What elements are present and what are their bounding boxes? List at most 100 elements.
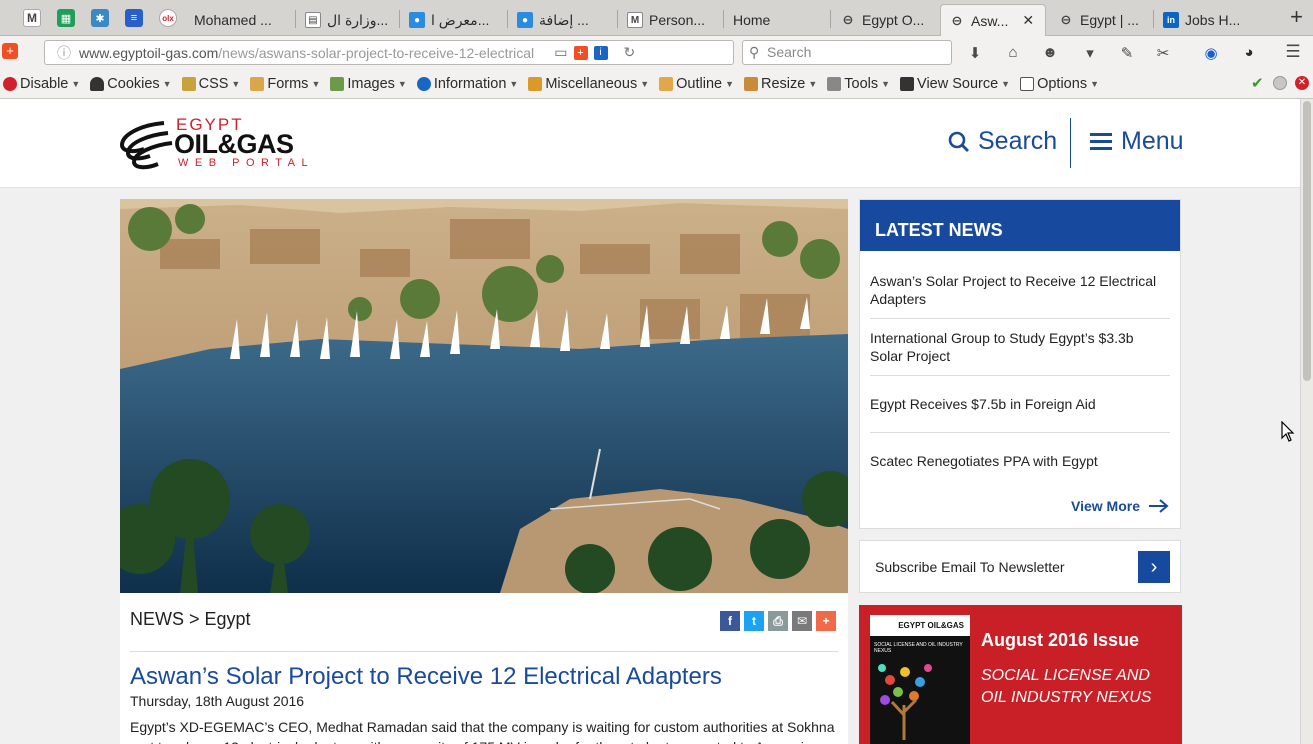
dropdown-arrow-icon: ▼ bbox=[509, 78, 519, 89]
tab-active[interactable]: ⊖ Asw... ✕ bbox=[940, 4, 1046, 36]
pen-icon[interactable]: ✎ bbox=[1117, 44, 1137, 62]
egypt-oil-icon: ⊖ bbox=[951, 12, 963, 28]
pocket-icon[interactable]: ▾ bbox=[1080, 44, 1100, 62]
latest-news-item[interactable]: Scatec Renegotiates PPA with Egypt bbox=[870, 452, 1170, 470]
download-icon[interactable]: ⬇ bbox=[965, 44, 985, 62]
hamburger-menu-icon[interactable]: ☰ bbox=[1283, 42, 1303, 62]
close-icon[interactable]: ✕ bbox=[1022, 12, 1034, 29]
addon-icon[interactable]: + bbox=[2, 43, 18, 59]
logo-swirl-icon bbox=[119, 121, 173, 170]
olx-icon[interactable]: olx bbox=[159, 9, 177, 27]
new-tab-icon[interactable]: + bbox=[1290, 4, 1303, 30]
chat-icon[interactable]: ☻ bbox=[1040, 44, 1060, 61]
site-logo[interactable]: EGYPT OIL&GAS WEB PORTAL bbox=[118, 115, 343, 173]
search-input[interactable]: ⚲ Search bbox=[742, 40, 952, 65]
doc-icon: ▤ bbox=[305, 12, 321, 28]
wd-cookies[interactable]: Cookies ▼ bbox=[90, 76, 172, 92]
url-bar[interactable]: ⓘ www.egyptoil-gas.com /news/aswans-sola… bbox=[44, 40, 734, 65]
asterisk-icon[interactable]: ✱ bbox=[91, 9, 109, 27]
options-icon bbox=[1020, 76, 1035, 91]
tab-2[interactable]: ▤ وزارة ال... bbox=[297, 4, 397, 36]
latest-news-item[interactable]: Aswan’s Solar Project to Receive 12 Elec… bbox=[870, 272, 1170, 308]
wd-options[interactable]: Options ▼ bbox=[1020, 76, 1099, 92]
tab-1[interactable]: Mohamed ... bbox=[186, 4, 292, 36]
wd-outline[interactable]: Outline ▼ bbox=[659, 76, 734, 92]
app-icon: ● bbox=[517, 12, 533, 28]
wd-resize[interactable]: Resize ▼ bbox=[744, 76, 817, 92]
tab-5[interactable]: M Person... bbox=[619, 4, 721, 36]
chevron-right-icon[interactable]: › bbox=[1138, 551, 1170, 583]
checkmark-icon[interactable]: ✔ bbox=[1251, 74, 1264, 92]
wd-css[interactable]: CSS ▼ bbox=[181, 75, 240, 92]
error-icon[interactable]: ✕ bbox=[1295, 76, 1309, 90]
wd-forms[interactable]: Forms ▼ bbox=[250, 76, 320, 92]
gmail-icon: M bbox=[627, 12, 643, 28]
home-icon[interactable]: ⌂ bbox=[1003, 44, 1023, 61]
share-plus-icon[interactable]: + bbox=[816, 611, 836, 631]
gmail-icon[interactable]: M bbox=[23, 9, 41, 27]
magazine-issue-promo[interactable]: EGYPT OIL&GAS SOCIAL LICENSE AND OIL IND… bbox=[859, 605, 1182, 744]
docs-icon[interactable]: ≡ bbox=[125, 9, 143, 27]
reload-icon[interactable]: ↻ bbox=[624, 44, 636, 61]
tab-separator bbox=[1153, 10, 1154, 28]
tab-10[interactable]: in Jobs H... bbox=[1155, 4, 1260, 36]
linkedin-icon: in bbox=[1163, 12, 1179, 28]
tools-icon bbox=[827, 76, 842, 91]
tab-7[interactable]: ⊖ Egypt O... bbox=[832, 4, 938, 36]
cookies-icon bbox=[90, 76, 105, 91]
email-icon[interactable]: ✉ bbox=[792, 611, 812, 631]
subscribe-label: Subscribe Email To Newsletter bbox=[875, 559, 1065, 575]
sheets-icon[interactable]: ▦ bbox=[57, 9, 75, 27]
wd-label: CSS bbox=[198, 75, 229, 92]
addon-blue-icon[interactable]: i bbox=[593, 45, 608, 60]
translate-icon[interactable]: ◉ bbox=[1201, 44, 1221, 62]
tab-4[interactable]: ● إضافة ... bbox=[509, 4, 615, 36]
wd-tools[interactable]: Tools ▼ bbox=[827, 76, 890, 92]
issue-subtitle-line: OIL INDUSTRY NEXUS bbox=[981, 689, 1152, 706]
wd-disable[interactable]: Disable ▼ bbox=[3, 76, 80, 92]
twitter-icon[interactable]: t bbox=[744, 611, 764, 631]
reader-icon[interactable]: ▭ bbox=[554, 44, 567, 61]
newsletter-subscribe[interactable]: Subscribe Email To Newsletter › bbox=[859, 540, 1181, 593]
status-circle-icon[interactable] bbox=[1273, 76, 1287, 90]
url-host: www.egyptoil-gas.com bbox=[79, 44, 219, 61]
hamburger-menu-icon bbox=[1090, 133, 1112, 150]
tab-separator bbox=[295, 10, 296, 28]
mouse-cursor-icon bbox=[1281, 421, 1295, 442]
latest-news-item[interactable]: Egypt Receives $7.5b in Foreign Aid bbox=[870, 395, 1170, 413]
view-more-link[interactable]: View More bbox=[1071, 498, 1170, 514]
print-icon[interactable]: ⎙ bbox=[768, 611, 788, 631]
page-scrollbar[interactable] bbox=[1300, 99, 1313, 744]
color-icon[interactable]: ◕ bbox=[1239, 44, 1259, 61]
magazine-cover-image[interactable]: EGYPT OIL&GAS SOCIAL LICENSE AND OIL IND… bbox=[870, 615, 970, 744]
tab-6[interactable]: Home bbox=[725, 4, 825, 36]
issue-subtitle-line: SOCIAL LICENSE AND bbox=[981, 667, 1150, 684]
tab-3[interactable]: ● معرض ا... bbox=[401, 4, 505, 36]
tab-separator bbox=[507, 10, 508, 28]
cover-logo: EGYPT OIL&GAS bbox=[898, 621, 964, 630]
wd-information[interactable]: Information ▼ bbox=[416, 76, 519, 92]
wd-view-source[interactable]: View Source ▼ bbox=[900, 76, 1010, 92]
wd-images[interactable]: Images ▼ bbox=[330, 76, 407, 92]
wd-miscellaneous[interactable]: Miscellaneous ▼ bbox=[528, 76, 649, 92]
site-search-button[interactable]: Search bbox=[948, 127, 1057, 156]
site-menu-button[interactable]: Menu bbox=[1090, 127, 1184, 156]
web-developer-toolbar: Disable ▼ Cookies ▼ CSS ▼ Forms ▼ Images ▼ In… bbox=[0, 69, 1313, 99]
tab-9[interactable]: ⊖ Egypt | ... bbox=[1050, 4, 1150, 36]
wd-label: Miscellaneous bbox=[545, 75, 638, 92]
images-icon bbox=[330, 76, 345, 91]
css-icon bbox=[181, 76, 196, 91]
dropdown-arrow-icon: ▼ bbox=[397, 78, 407, 89]
scrollbar-thumb[interactable] bbox=[1303, 101, 1311, 381]
wd-label: Tools bbox=[844, 75, 879, 92]
share-buttons: f t ⎙ ✉ + bbox=[716, 611, 836, 631]
addon-orange-icon[interactable]: + bbox=[573, 45, 588, 60]
latest-news-item[interactable]: International Group to Study Egypt’s $3.… bbox=[870, 329, 1170, 365]
wd-label: View Source bbox=[917, 75, 999, 92]
header-divider bbox=[1070, 118, 1071, 168]
issue-title: August 2016 Issue bbox=[981, 630, 1140, 650]
facebook-icon[interactable]: f bbox=[720, 611, 740, 631]
info-icon[interactable]: ⓘ bbox=[45, 43, 79, 63]
breadcrumb[interactable]: NEWS > Egypt bbox=[130, 609, 251, 630]
screenshot-icon[interactable]: ✂ bbox=[1153, 44, 1173, 62]
